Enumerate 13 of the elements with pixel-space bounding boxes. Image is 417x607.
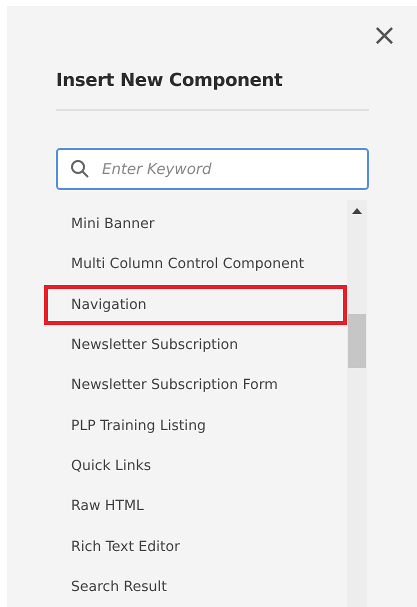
component-item[interactable]: Search Result bbox=[56, 566, 347, 607]
component-item[interactable]: Newsletter Subscription bbox=[56, 324, 347, 366]
component-item[interactable]: Raw HTML bbox=[56, 486, 347, 526]
component-item[interactable]: Quick Links bbox=[56, 446, 347, 486]
component-item[interactable]: Navigation bbox=[44, 284, 347, 325]
search-field[interactable]: Enter Keyword bbox=[56, 148, 369, 190]
component-item[interactable]: Multi Column Control Component bbox=[56, 244, 347, 285]
component-item[interactable]: Rich Text Editor bbox=[56, 526, 347, 567]
component-item[interactable]: Newsletter Subscription Form bbox=[56, 365, 347, 406]
component-item[interactable]: PLP Training Listing bbox=[56, 406, 347, 446]
component-item[interactable]: Mini Banner bbox=[56, 204, 347, 244]
dialog-title: Insert New Component bbox=[56, 70, 284, 91]
close-button[interactable]: × bbox=[372, 26, 397, 46]
